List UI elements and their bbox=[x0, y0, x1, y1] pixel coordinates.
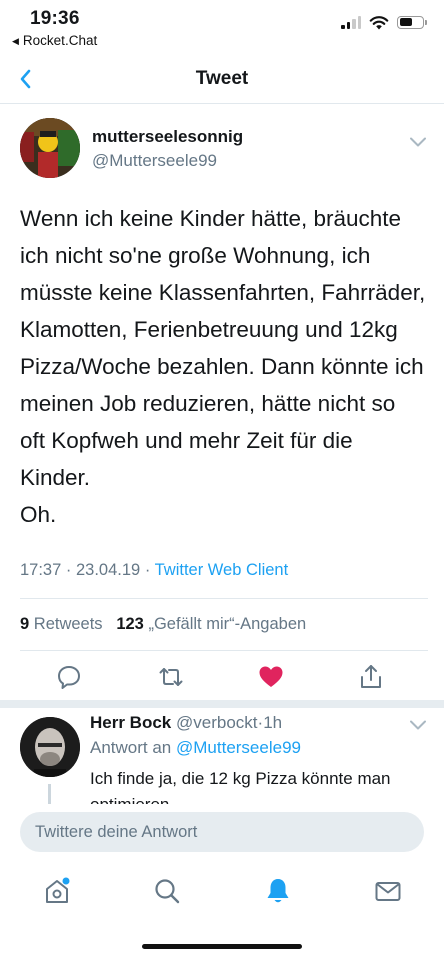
tab-bar bbox=[0, 870, 444, 914]
thread-line bbox=[48, 784, 51, 804]
reply-age: 1h bbox=[263, 713, 283, 732]
home-icon[interactable] bbox=[42, 876, 72, 906]
reply-tweet[interactable]: Herr Bock @verbockt·1h Antwort an @Mutte… bbox=[0, 0, 444, 804]
reply-text: Ich finde ja, die 12 kg Pizza könnte man… bbox=[90, 769, 391, 804]
reply-header: Herr Bock @verbockt·1h bbox=[90, 713, 282, 733]
notifications-icon[interactable] bbox=[263, 876, 293, 906]
chevron-down-icon[interactable] bbox=[410, 720, 426, 730]
messages-icon[interactable] bbox=[373, 876, 403, 906]
reply-author-handle[interactable]: @verbockt bbox=[176, 713, 258, 732]
search-icon[interactable] bbox=[152, 876, 182, 906]
notification-dot bbox=[62, 877, 70, 885]
reply-author-avatar[interactable] bbox=[20, 717, 80, 777]
reply-to-mention[interactable]: @Mutterseele99 bbox=[176, 738, 301, 757]
reply-compose-input[interactable]: Twittere deine Antwort bbox=[20, 812, 424, 852]
reply-author-name[interactable]: Herr Bock bbox=[90, 713, 171, 732]
home-indicator bbox=[142, 944, 302, 949]
reply-to-line: Antwort an @Mutterseele99 bbox=[90, 738, 301, 758]
reply-to-label: Antwort an bbox=[90, 738, 172, 757]
